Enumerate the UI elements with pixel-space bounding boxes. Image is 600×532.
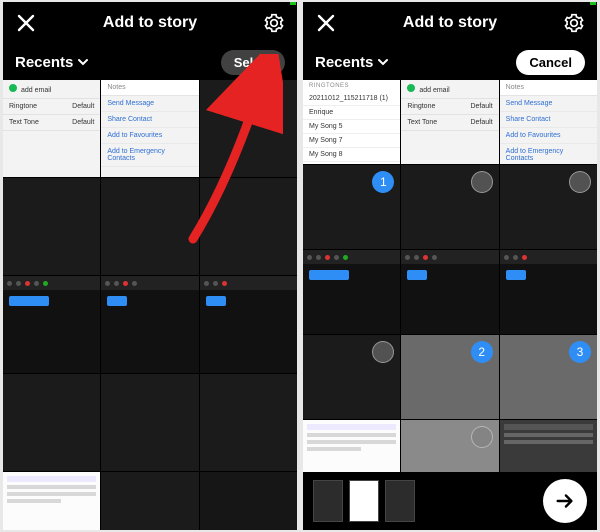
selection-badge <box>471 171 493 193</box>
grid-item[interactable] <box>3 178 100 275</box>
page-title: Add to story <box>37 14 263 32</box>
grid-item[interactable] <box>200 80 297 177</box>
album-picker[interactable]: Recents <box>315 54 389 71</box>
grid-item[interactable] <box>101 374 198 471</box>
grid-item[interactable] <box>200 276 297 373</box>
media-grid: RINGTONES 20211012_115211718 (1) Enrique… <box>303 80 597 504</box>
grid-item[interactable] <box>303 335 400 419</box>
selection-tray <box>303 472 597 530</box>
header: Add to story <box>3 2 297 44</box>
grid-item[interactable] <box>3 472 100 530</box>
album-label: Recents <box>15 54 73 71</box>
grid-item[interactable]: 1 <box>303 165 400 249</box>
subbar: Recents Cancel <box>303 44 597 80</box>
grid-item[interactable]: Notes Send Message Share Contact Add to … <box>101 80 198 177</box>
status-indicator <box>290 2 296 5</box>
selection-badge: 1 <box>372 171 394 193</box>
page-title: Add to story <box>337 14 563 32</box>
selection-badge: 2 <box>471 341 493 363</box>
next-button[interactable] <box>543 479 587 523</box>
select-button[interactable]: Select <box>221 50 285 75</box>
grid-item[interactable] <box>200 374 297 471</box>
grid-item[interactable] <box>401 165 498 249</box>
chevron-down-icon <box>77 56 89 68</box>
arrow-right-icon <box>554 490 576 512</box>
album-label: Recents <box>315 54 373 71</box>
grid-item[interactable] <box>101 276 198 373</box>
settings-icon[interactable] <box>563 12 585 34</box>
grid-item[interactable]: add email RingtoneDefault Text ToneDefau… <box>401 80 498 164</box>
selection-badge <box>569 171 591 193</box>
tray-thumb[interactable] <box>385 480 415 522</box>
chevron-down-icon <box>377 56 389 68</box>
grid-item[interactable] <box>200 472 297 530</box>
grid-item[interactable] <box>3 276 100 373</box>
grid-item[interactable]: Notes Send Message Share Contact Add to … <box>500 80 597 164</box>
tray-thumb[interactable] <box>313 480 343 522</box>
album-picker[interactable]: Recents <box>15 54 89 71</box>
grid-item[interactable] <box>500 165 597 249</box>
grid-item[interactable]: 3 <box>500 335 597 419</box>
cancel-button[interactable]: Cancel <box>516 50 585 75</box>
settings-icon[interactable] <box>263 12 285 34</box>
grid-item[interactable] <box>101 472 198 530</box>
phone-right: Add to story Recents Cancel RINGTONES 20… <box>303 2 597 530</box>
tray-thumb[interactable] <box>349 480 379 522</box>
grid-item[interactable]: RINGTONES 20211012_115211718 (1) Enrique… <box>303 80 400 164</box>
selection-badge <box>471 426 493 448</box>
grid-item[interactable] <box>101 178 198 275</box>
selection-badge <box>372 341 394 363</box>
grid-item[interactable] <box>401 250 498 334</box>
grid-item[interactable] <box>303 250 400 334</box>
grid-item[interactable] <box>500 250 597 334</box>
grid-item[interactable]: add email RingtoneDefault Text ToneDefau… <box>3 80 100 177</box>
close-icon[interactable] <box>15 12 37 34</box>
grid-item[interactable]: 2 <box>401 335 498 419</box>
selection-badge: 3 <box>569 341 591 363</box>
subbar: Recents Select <box>3 44 297 80</box>
grid-item[interactable] <box>3 374 100 471</box>
grid-item[interactable] <box>200 178 297 275</box>
phone-left: Add to story Recents Select add email Ri… <box>3 2 297 530</box>
media-grid: add email RingtoneDefault Text ToneDefau… <box>3 80 297 530</box>
close-icon[interactable] <box>315 12 337 34</box>
status-indicator <box>590 2 596 5</box>
header: Add to story <box>303 2 597 44</box>
